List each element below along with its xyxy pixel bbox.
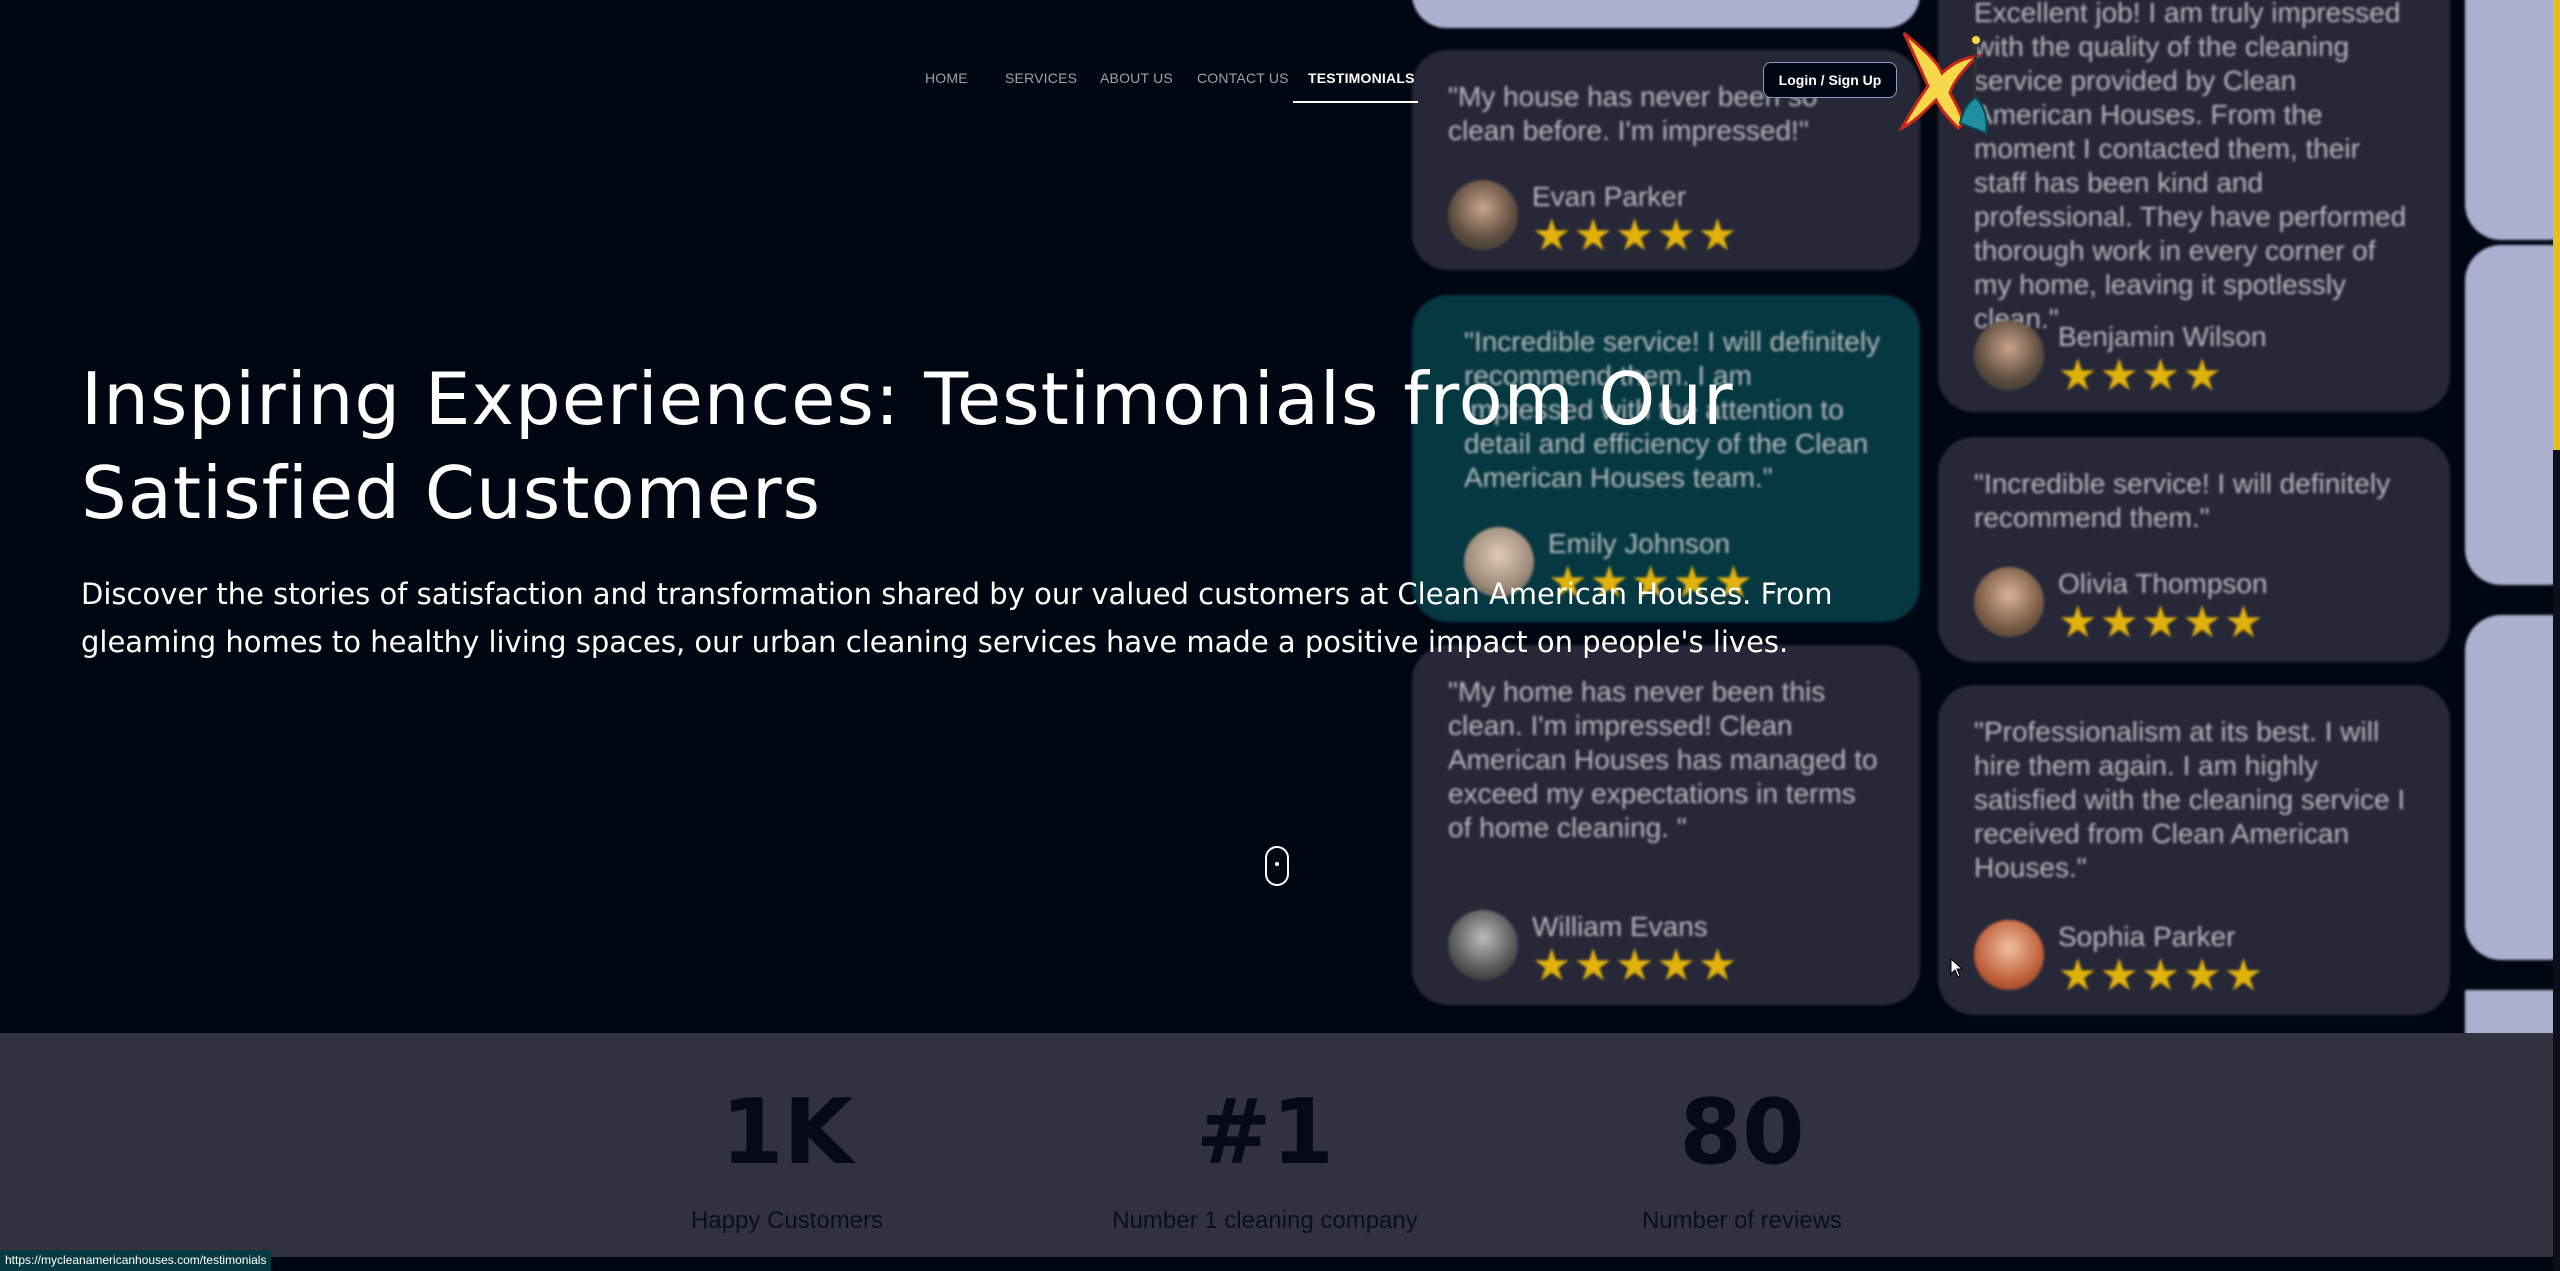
reviewer: Olivia Thompson ★★★★★ — [1974, 567, 2268, 645]
stat-rank: #1 Number 1 cleaning company — [1065, 1083, 1465, 1235]
testimonial-quote: Excellent job! I am truly impressed with… — [1974, 0, 2407, 334]
star-rating: ★★★★★ — [2058, 598, 2266, 647]
status-bar-url: https://mycleanamericanhouses.com/testim… — [0, 1250, 272, 1271]
testimonial-card: "Professionalism at its best. I will hir… — [1938, 685, 2450, 1015]
reviewer-name: Olivia Thompson — [2058, 568, 2268, 599]
reviewer: Sophia Parker ★★★★★ — [1974, 920, 2265, 998]
star-rating: ★★★★★ — [1532, 941, 1740, 990]
card-placeholder — [2465, 245, 2560, 585]
avatar — [1974, 920, 2044, 990]
hero-title: Inspiring Experiences: Testimonials from… — [81, 357, 1734, 535]
avatar — [1448, 180, 1518, 250]
avatar — [1974, 567, 2044, 637]
reviewer: William Evans ★★★★★ — [1448, 910, 1739, 988]
nav-contact-us[interactable]: CONTACT US — [1197, 70, 1289, 86]
hero-subtitle: Discover the stories of satisfaction and… — [81, 577, 1833, 659]
stat-label: Number 1 cleaning company — [1112, 1207, 1418, 1234]
stat-label: Happy Customers — [690, 1207, 884, 1234]
reviewer-name: Benjamin Wilson — [2058, 321, 2267, 352]
avatar — [1974, 320, 2044, 390]
stat-reviews: 80 Number of reviews — [1542, 1083, 1942, 1235]
testimonial-quote: "Incredible service! I will definitely r… — [1974, 468, 2391, 533]
nav-about-us[interactable]: ABOUT US — [1100, 70, 1173, 86]
stat-value: 80 — [1679, 1080, 1805, 1185]
stat-value: 1K — [720, 1080, 854, 1185]
nav-home[interactable]: HOME — [925, 70, 968, 86]
nav-services[interactable]: SERVICES — [1005, 70, 1077, 86]
avatar — [1448, 910, 1518, 980]
reviewer: Evan Parker ★★★★★ — [1448, 180, 1739, 258]
card-placeholder — [1412, 0, 1920, 28]
testimonial-card: Excellent job! I am truly impressed with… — [1938, 0, 2450, 412]
reviewer-name: Evan Parker — [1532, 181, 1687, 212]
testimonial-card: "My home has never been this clean. I'm … — [1412, 645, 1920, 1005]
testimonial-card: "Incredible service! I will definitely r… — [1938, 437, 2450, 662]
stat-value: #1 — [1195, 1080, 1335, 1185]
scroll-down-mouse-icon[interactable] — [1265, 846, 1289, 886]
star-rating: ★★★★★ — [1532, 211, 1740, 260]
stats-band: 1K Happy Customers #1 Number 1 cleaning … — [0, 1033, 2553, 1257]
star-rating: ★★★★ — [2058, 351, 2224, 400]
stat-happy-customers: 1K Happy Customers — [587, 1083, 987, 1235]
reviewer-name: Sophia Parker — [2058, 921, 2236, 952]
active-tab-indicator — [1293, 101, 1418, 103]
card-placeholder — [2465, 0, 2560, 240]
card-placeholder — [2465, 615, 2560, 960]
testimonial-quote: "My home has never been this clean. I'm … — [1448, 676, 1878, 843]
logo-icon[interactable] — [1898, 28, 1988, 138]
stat-label: Number of reviews — [1641, 1207, 1843, 1234]
mouse-cursor-icon — [1950, 958, 1964, 978]
testimonial-quote: "Professionalism at its best. I will hir… — [1974, 716, 2406, 883]
scrollbar-thumb[interactable] — [2553, 0, 2560, 450]
reviewer-name: William Evans — [1532, 911, 1708, 942]
login-signup-button[interactable]: Login / Sign Up — [1763, 62, 1897, 98]
reviewer: Benjamin Wilson ★★★★ — [1974, 320, 2267, 398]
star-rating: ★★★★★ — [2058, 951, 2266, 1000]
nav-testimonials[interactable]: TESTIMONIALS — [1308, 70, 1415, 86]
